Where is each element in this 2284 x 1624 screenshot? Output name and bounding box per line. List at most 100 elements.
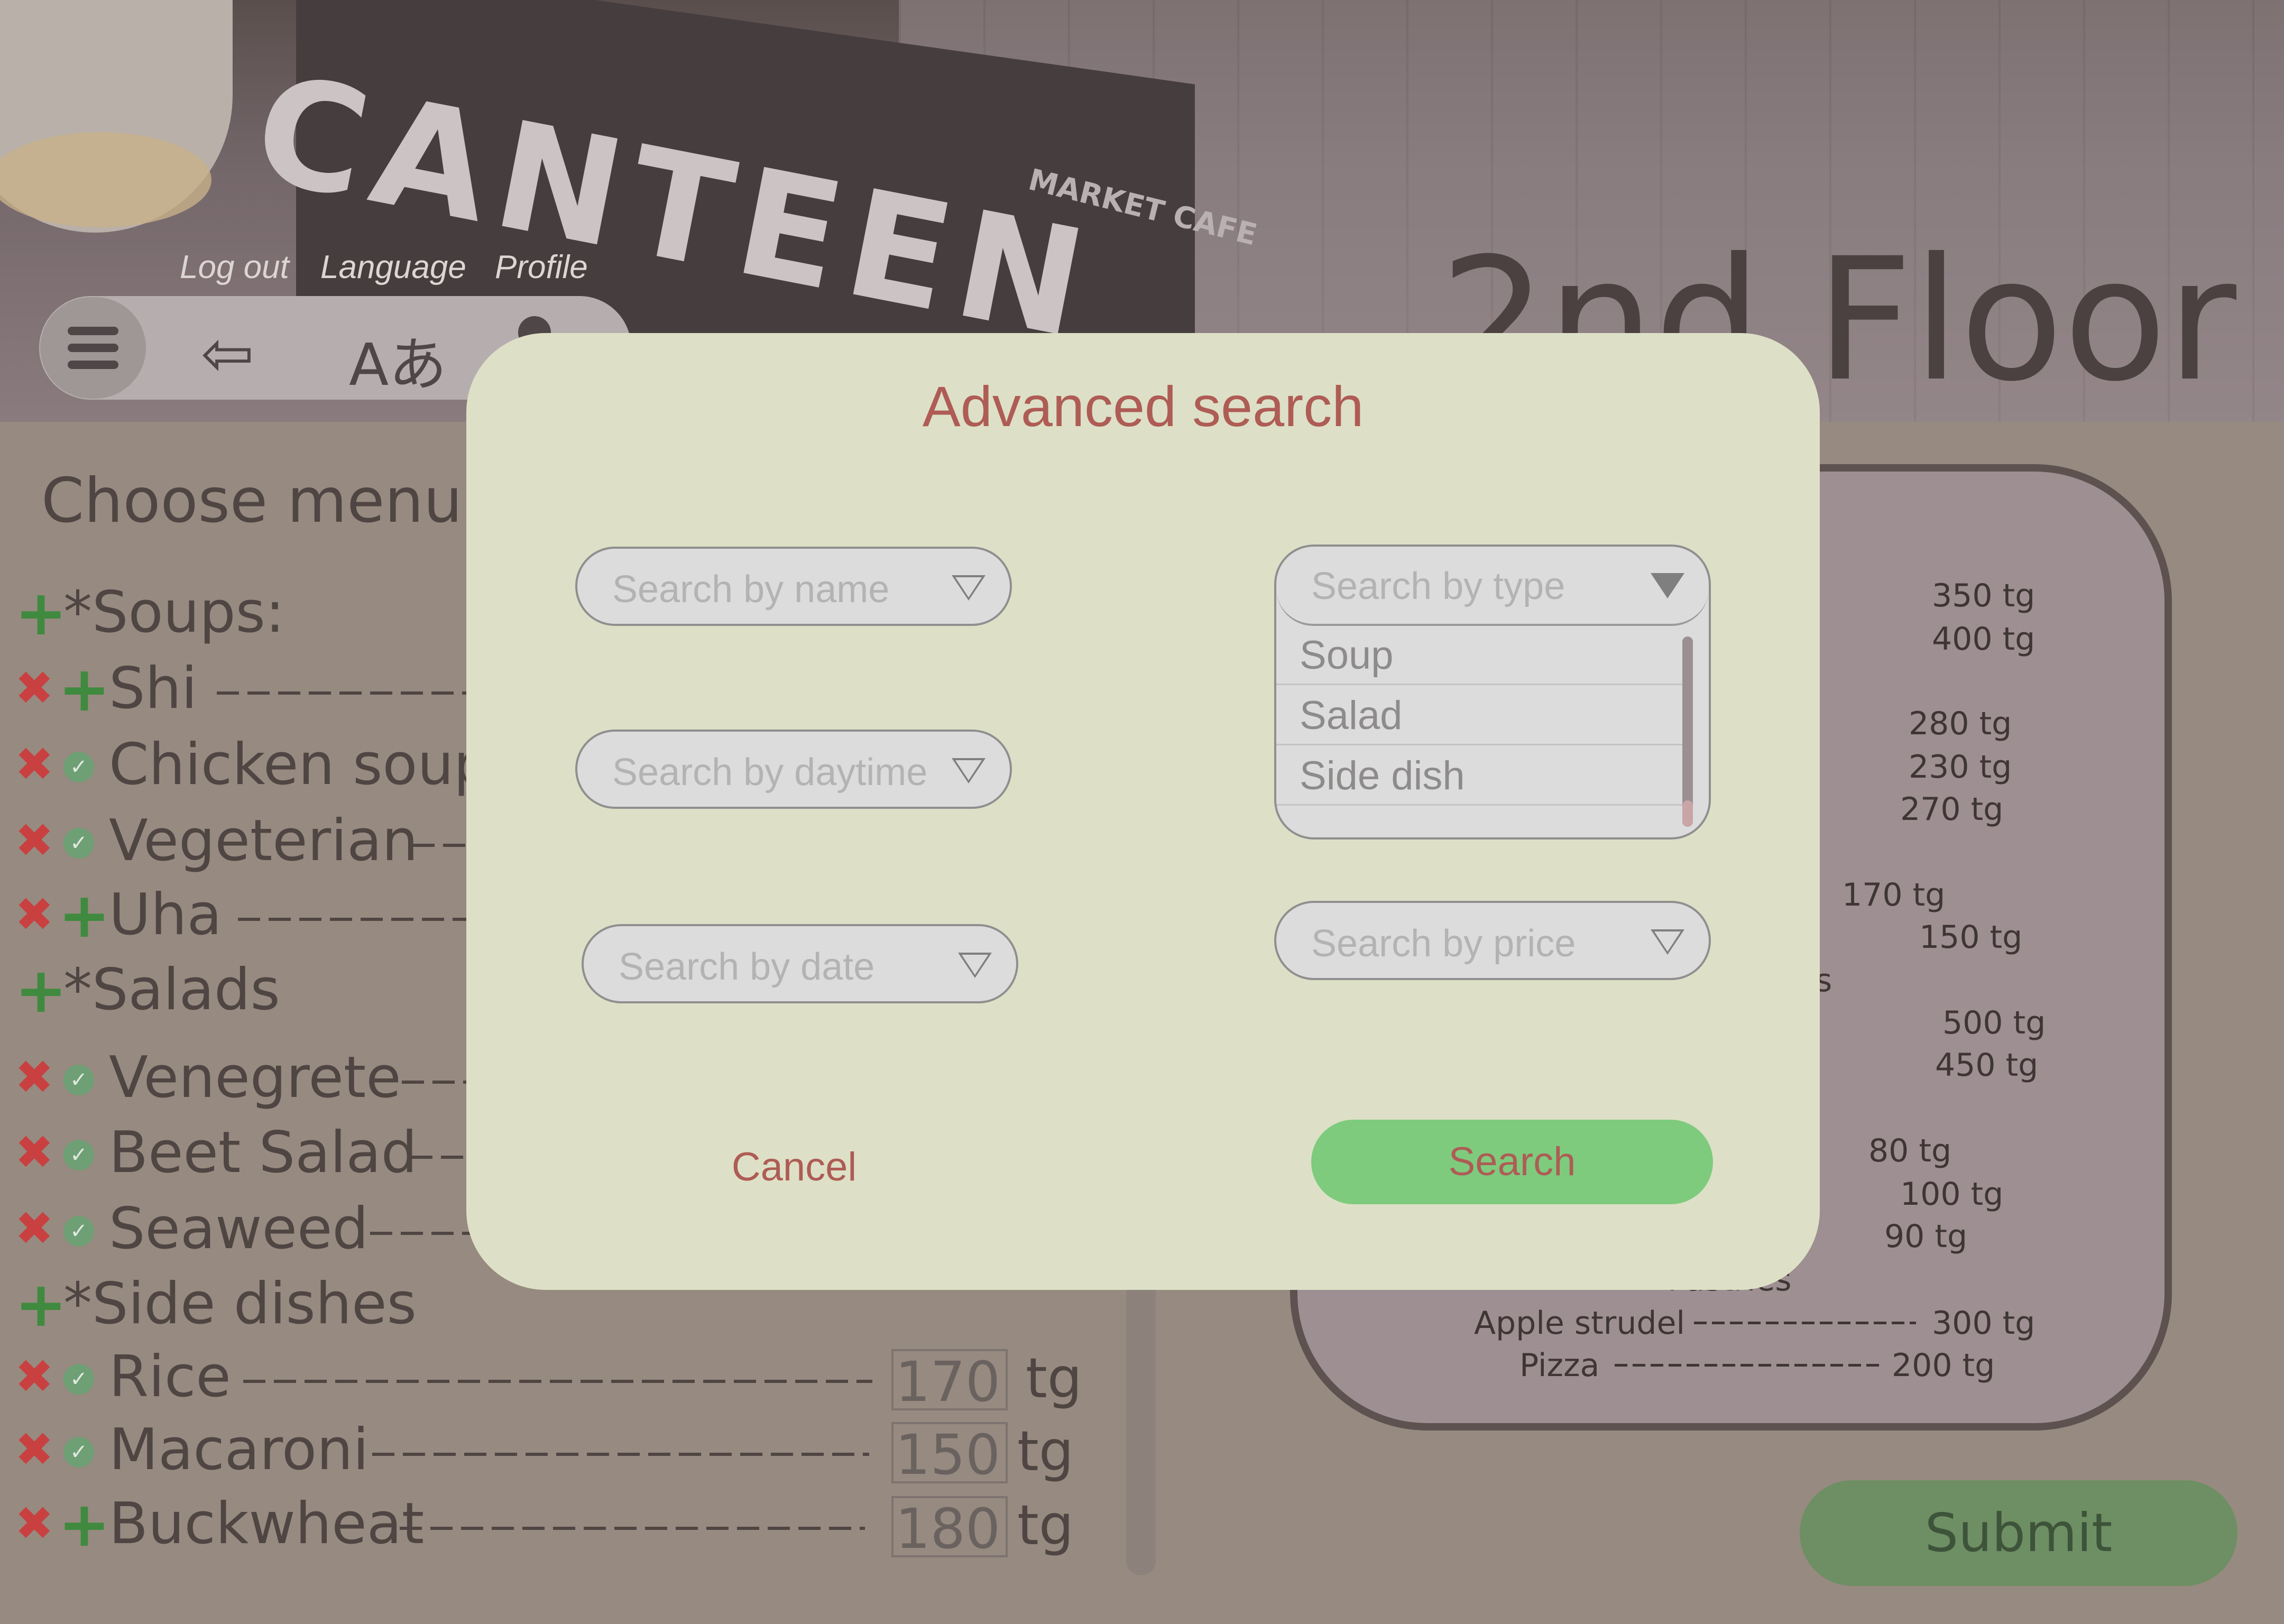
add-category-icon[interactable]: + [15, 576, 67, 649]
hamburger-icon-bar [68, 361, 118, 369]
dash-leader [1694, 1322, 1916, 1324]
nav-label-profile: Profile [495, 249, 588, 285]
lamp-glow [0, 132, 211, 227]
search-by-daytime-field[interactable]: Search by daytime [575, 730, 1012, 809]
item-name: Beet Salad [109, 1120, 418, 1186]
dash-leader [400, 1527, 865, 1530]
options-scrollbar-thumb[interactable] [1682, 800, 1693, 827]
check-icon[interactable]: ✓ [63, 1364, 94, 1395]
logout-icon[interactable]: ⇦ [201, 317, 254, 391]
placeholder: Search by price [1311, 922, 1576, 965]
item-name: Uha [109, 882, 222, 948]
menu-item: ✖ + Buckwheat 180 tg [0, 1488, 1110, 1561]
dropdown-arrow-icon[interactable] [1651, 929, 1684, 955]
delete-icon[interactable]: ✖ [15, 887, 54, 942]
placeholder: Search by daytime [612, 751, 928, 793]
price-input[interactable]: 180 [891, 1496, 1008, 1560]
menu-heading: Choose menu f [41, 465, 504, 537]
dash-leader [402, 1081, 471, 1084]
add-category-icon[interactable]: + [15, 1268, 67, 1341]
search-button[interactable]: Search [1311, 1120, 1713, 1204]
check-icon[interactable]: ✓ [63, 828, 94, 859]
summary-line: 270 tg [1900, 791, 2004, 828]
delete-icon[interactable]: ✖ [15, 813, 54, 868]
advanced-search-modal: Advanced search Search by name Search by… [466, 333, 1820, 1290]
summary-line: 90 tg [1884, 1218, 1968, 1255]
dash-leader [412, 844, 471, 847]
summary-item-price: 300 tg [1932, 1305, 2036, 1342]
item-name: Rice [109, 1344, 231, 1410]
item-name: Seaweed [109, 1196, 369, 1262]
dash-leader [238, 918, 471, 921]
check-icon[interactable]: ✓ [63, 1216, 94, 1247]
dash-leader [243, 1380, 872, 1383]
price-unit: tg [1017, 1493, 1074, 1557]
check-icon[interactable]: ✓ [63, 1437, 94, 1468]
delete-icon[interactable]: ✖ [15, 1050, 54, 1104]
language-icon[interactable]: Aあ [349, 317, 447, 402]
category-label: *Salads [63, 957, 280, 1023]
summary-line: 80 tg [1868, 1132, 1952, 1169]
menu-item: ✖ ✓ Macaroni 150 tg [0, 1417, 1110, 1485]
price-unit: tg [1026, 1346, 1082, 1410]
summary-line: 450 tg [1935, 1047, 2039, 1084]
price-input[interactable]: 170 [891, 1349, 1008, 1413]
delete-icon[interactable]: ✖ [15, 1201, 54, 1256]
type-dropdown-header[interactable]: Search by type [1276, 547, 1709, 626]
dropdown-arrow-icon[interactable] [958, 953, 992, 978]
summary-line: 150 tg [1919, 919, 2023, 956]
placeholder: Search by name [612, 568, 890, 611]
check-icon[interactable]: ✓ [63, 1065, 94, 1095]
summary-item-name: Apple strudel [1474, 1305, 1686, 1342]
summary-line: 400 tg [1932, 621, 2036, 658]
delete-icon[interactable]: ✖ [15, 1125, 54, 1179]
item-name: Shi [109, 656, 198, 722]
hamburger-icon [68, 327, 118, 335]
type-option-salad[interactable]: Salad [1276, 686, 1689, 745]
check-icon[interactable]: ✓ [63, 1140, 94, 1170]
summary-line: 350 tg [1932, 577, 2036, 614]
dropdown-arrow-icon[interactable] [952, 758, 986, 783]
check-icon[interactable]: ✓ [63, 752, 94, 782]
dash-leader [217, 691, 471, 695]
placeholder: Search by date [619, 946, 875, 988]
modal-title: Advanced search [922, 374, 1364, 438]
summary-line: 230 tg [1909, 749, 2012, 786]
add-icon[interactable]: + [58, 1488, 110, 1561]
delete-icon[interactable]: ✖ [15, 661, 54, 715]
add-icon[interactable]: + [58, 879, 110, 952]
add-category-icon[interactable]: + [15, 954, 67, 1027]
submit-button[interactable]: Submit [1800, 1480, 2237, 1586]
search-by-price-field[interactable]: Search by price [1274, 901, 1711, 980]
summary-line: 500 tg [1942, 1004, 2046, 1041]
options-scrollbar[interactable] [1682, 636, 1693, 827]
item-name: Vegeterian [109, 808, 418, 874]
type-option-soup[interactable]: Soup [1276, 626, 1689, 685]
search-by-date-field[interactable]: Search by date [582, 924, 1018, 1003]
cancel-button[interactable]: Cancel [688, 1125, 900, 1210]
delete-icon[interactable]: ✖ [15, 1422, 54, 1477]
summary-line: 100 tg [1900, 1176, 2004, 1213]
dropdown-arrow-icon[interactable] [952, 575, 986, 601]
summary-line: 170 tg [1842, 876, 1946, 914]
dash-leader [372, 1453, 869, 1456]
delete-icon[interactable]: ✖ [15, 1349, 54, 1404]
summary-item-name: Pizza [1519, 1347, 1600, 1384]
delete-icon[interactable]: ✖ [15, 737, 54, 791]
hamburger-icon-bar [68, 344, 118, 352]
menu-item: ✖ ✓ Rice 170 tg [0, 1344, 1110, 1413]
search-by-name-field[interactable]: Search by name [575, 547, 1012, 626]
nav-label-logout: Log out [180, 249, 289, 285]
hamburger-menu-button[interactable] [40, 297, 146, 399]
type-option-side-dish[interactable]: Side dish [1276, 746, 1689, 806]
dash-leader [410, 1156, 471, 1159]
delete-icon[interactable]: ✖ [15, 1496, 54, 1551]
item-name: Macaroni [109, 1417, 369, 1483]
summary-item-price: 200 tg [1892, 1347, 1995, 1384]
item-name: Chicken soup [109, 732, 490, 798]
dropdown-arrow-icon[interactable] [1651, 573, 1684, 598]
category-label: *Soups: [63, 579, 285, 645]
price-input[interactable]: 150 [891, 1422, 1008, 1485]
add-icon[interactable]: + [58, 652, 110, 725]
search-by-type-dropdown[interactable]: Search by type Soup Salad Side dish [1274, 545, 1711, 839]
